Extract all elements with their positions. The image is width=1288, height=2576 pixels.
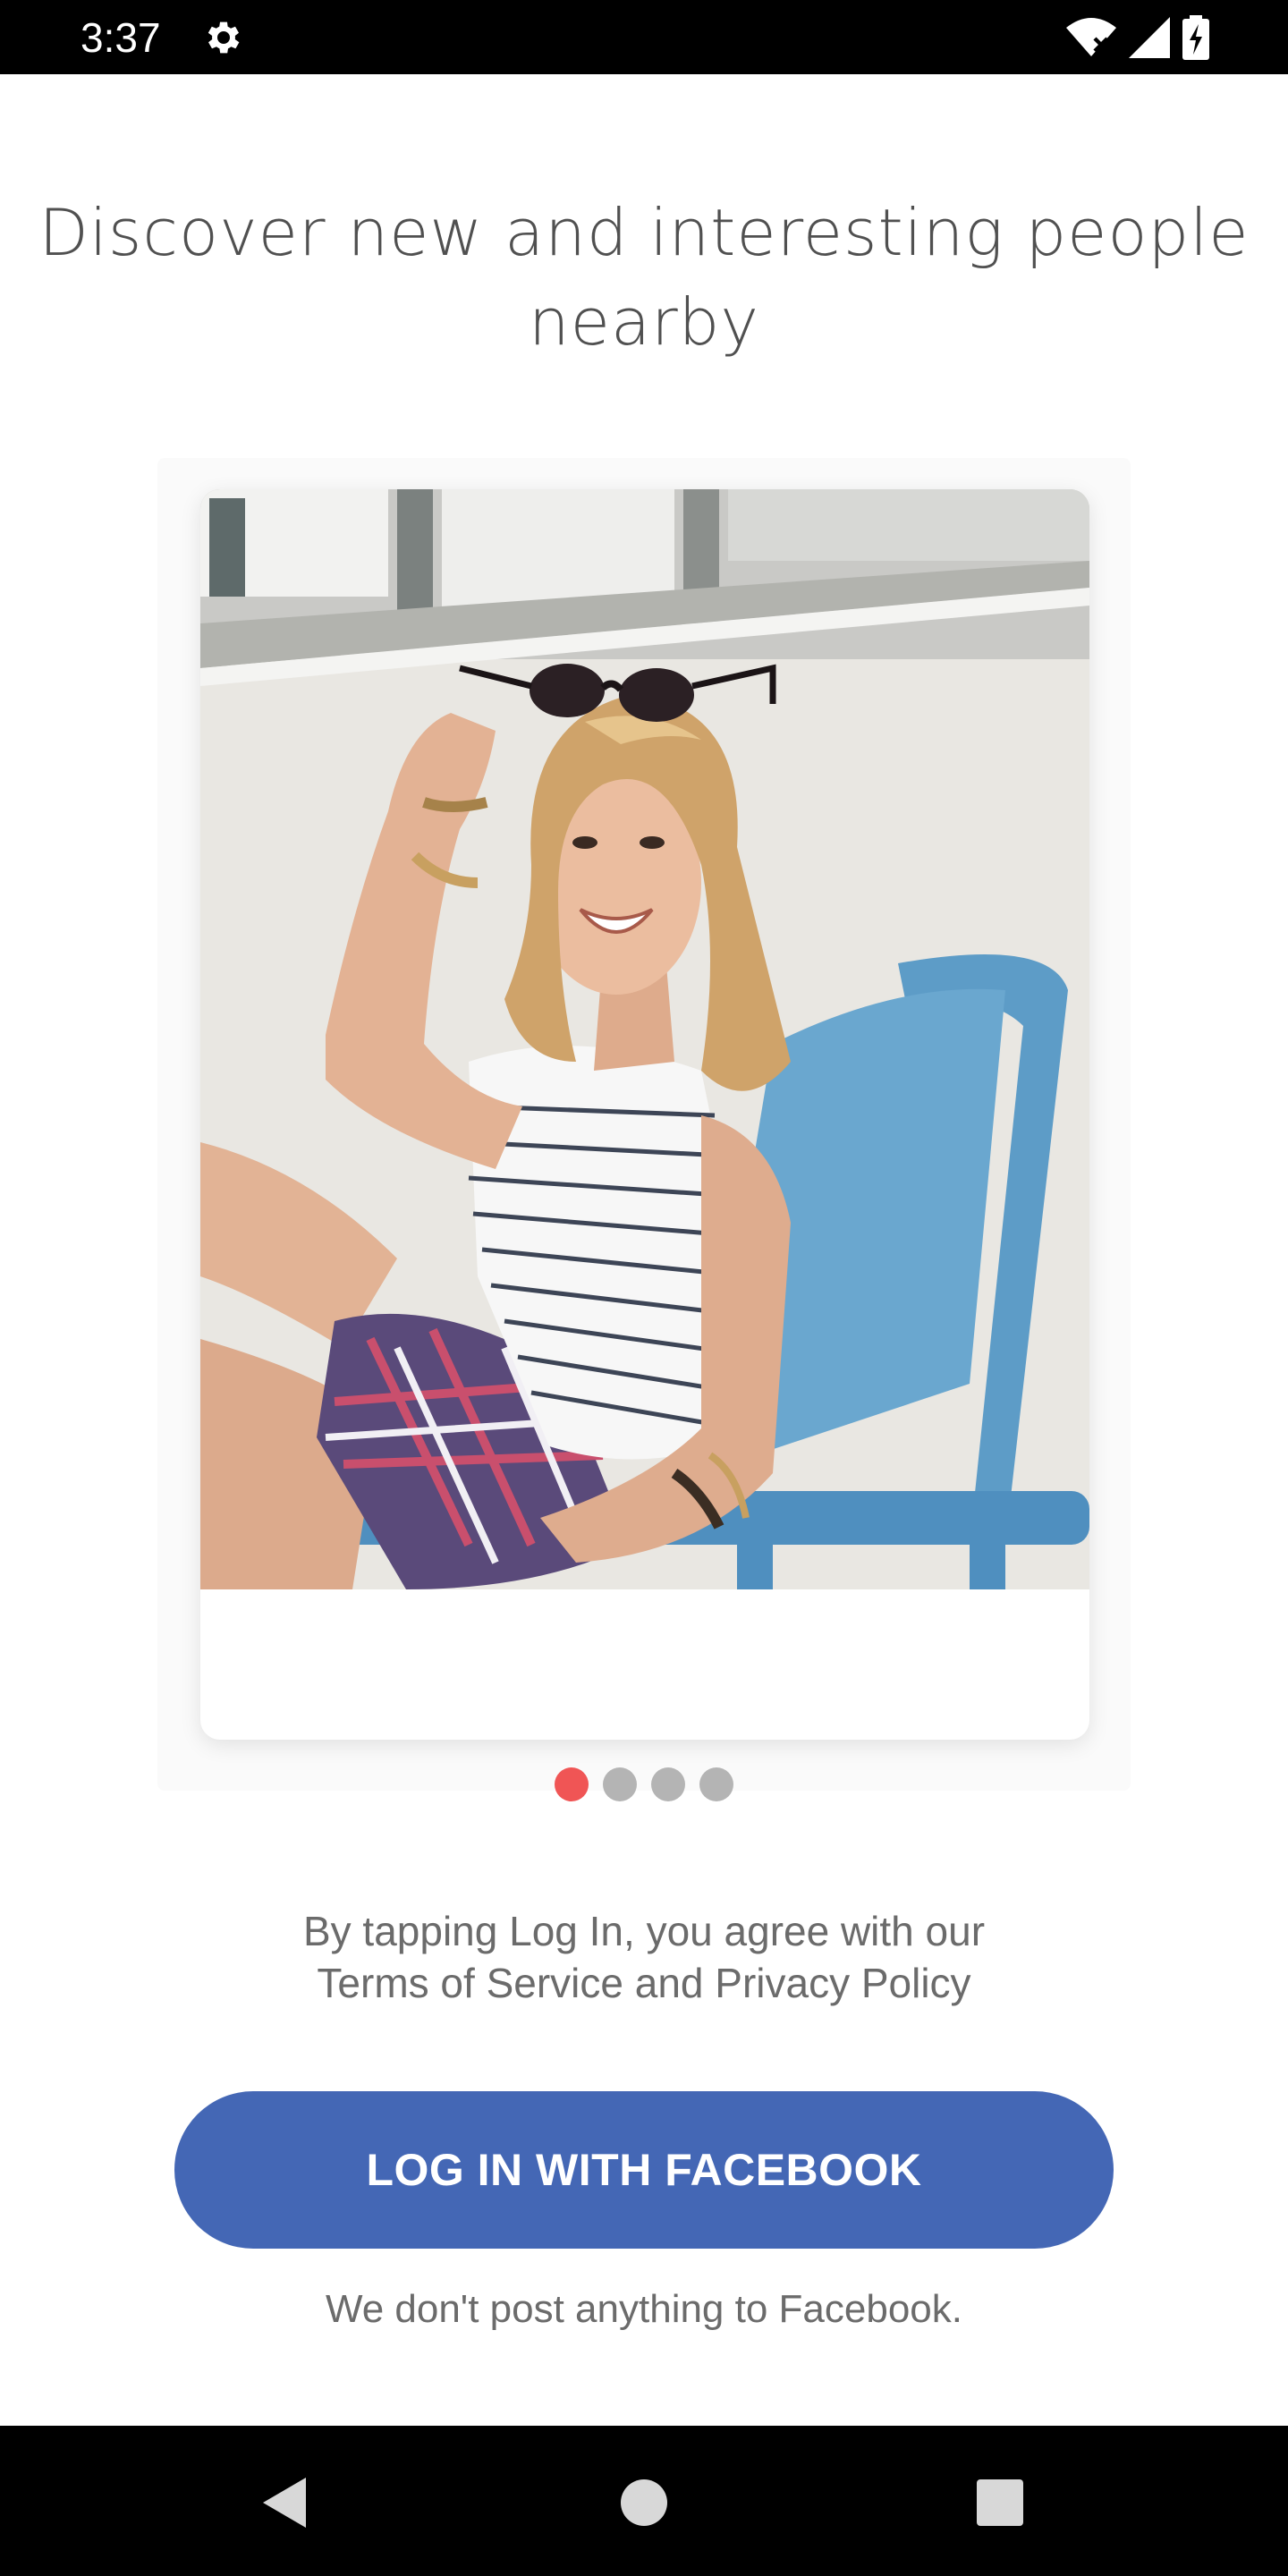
wifi-icon xyxy=(1066,18,1116,56)
battery-charging-icon xyxy=(1182,15,1209,60)
profile-photo xyxy=(200,489,1089,1589)
back-icon[interactable] xyxy=(250,2469,318,2537)
carousel-indicator xyxy=(0,1767,1288,1801)
carousel-dot-2[interactable] xyxy=(603,1767,637,1801)
signal-icon xyxy=(1129,17,1170,58)
carousel-dot-3[interactable] xyxy=(651,1767,685,1801)
terms-line-1: By tapping Log In, you agree with our xyxy=(302,1908,986,1954)
carousel-dot-1[interactable] xyxy=(555,1767,589,1801)
carousel-dot-4[interactable] xyxy=(699,1767,733,1801)
photo-illustration xyxy=(200,489,1089,1589)
navigation-bar xyxy=(0,2426,1288,2576)
terms-text: By tapping Log In, you agree with our Te… xyxy=(0,1905,1288,2009)
recents-icon[interactable] xyxy=(966,2469,1034,2537)
status-bar: 3:37 xyxy=(0,0,1288,74)
facebook-note: We don't post anything to Facebook. xyxy=(325,2287,963,2331)
login-with-facebook-button[interactable]: LOG IN WITH FACEBOOK xyxy=(174,2091,1114,2249)
onboarding-screen: 3:37 Discover new and interesting people… xyxy=(0,0,1288,2576)
home-icon[interactable] xyxy=(610,2469,678,2537)
status-icons xyxy=(1066,13,1209,63)
gear-icon xyxy=(208,21,240,54)
headline: Discover new and interesting people near… xyxy=(36,188,1252,367)
onboarding-card[interactable] xyxy=(200,489,1089,1740)
status-time: 3:37 xyxy=(80,14,161,61)
headline-line-2: nearby xyxy=(529,284,759,360)
terms-line-2[interactable]: Terms of Service and Privacy Policy xyxy=(0,1957,1288,2009)
headline-line-1: Discover new and interesting people xyxy=(38,195,1250,270)
